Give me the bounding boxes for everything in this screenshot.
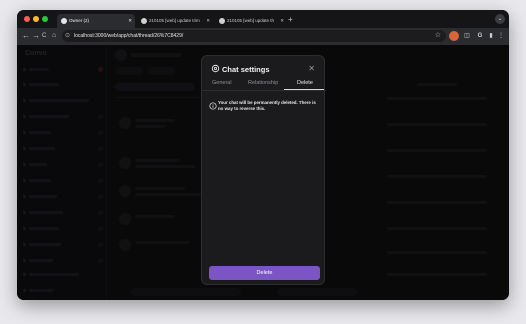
- url-text: localhost:3000/web/app/chat/thread/26%7C…: [74, 33, 184, 39]
- tab-delete[interactable]: Delete: [297, 80, 313, 86]
- reload-button[interactable]: C: [42, 30, 46, 42]
- tab-favicon-icon: [61, 17, 67, 24]
- sidepanel-icon[interactable]: ▮: [486, 31, 496, 41]
- close-tab-icon[interactable]: ✕: [128, 14, 132, 28]
- back-button[interactable]: ←: [22, 30, 30, 42]
- address-bar[interactable]: ⊙ localhost:3000/web/app/chat/thread/26%…: [62, 30, 446, 42]
- browser-tab-2[interactable]: 210105 [web] update trim ✕: [137, 14, 213, 28]
- extension-icon[interactable]: [449, 31, 459, 41]
- tab-favicon-icon: [141, 17, 147, 24]
- browser-tab-3[interactable]: 210105 [web] update th ✕: [215, 14, 287, 28]
- maximize-window-button[interactable]: [42, 16, 48, 22]
- info-icon: [209, 102, 217, 110]
- tab-title: 210105 [web] update th: [227, 18, 275, 23]
- close-tab-icon[interactable]: ✕: [280, 14, 284, 28]
- tab-general[interactable]: General: [212, 80, 232, 86]
- bookmark-star-icon[interactable]: ☆: [435, 30, 441, 42]
- tab-favicon-icon: [219, 17, 225, 24]
- browser-tab-1[interactable]: Owner (2) ✕: [57, 14, 135, 28]
- extensions-puzzle-icon[interactable]: ◫: [462, 31, 472, 41]
- active-tab-indicator: [284, 89, 324, 90]
- modal-title: Chat settings: [222, 65, 270, 74]
- minimize-window-button[interactable]: [33, 16, 39, 22]
- home-button[interactable]: ⌂: [52, 30, 56, 42]
- new-tab-button[interactable]: +: [288, 14, 293, 26]
- chat-settings-modal: Chat settings ✕ General Relationship Del…: [201, 55, 326, 285]
- tab-relationship[interactable]: Relationship: [248, 80, 278, 86]
- tab-search-button[interactable]: ⌄: [495, 14, 505, 24]
- close-window-button[interactable]: [24, 16, 30, 22]
- site-info-icon[interactable]: ⊙: [65, 30, 70, 42]
- tab-strip: Owner (2) ✕ 210105 [web] update trim ✕ 2…: [17, 10, 509, 28]
- more-menu-icon[interactable]: ⋮: [497, 31, 505, 41]
- google-account-icon[interactable]: G: [475, 31, 485, 41]
- modal-tabs: General Relationship Delete: [202, 79, 326, 91]
- delete-chat-button[interactable]: Delete: [209, 266, 320, 280]
- tab-title: 210105 [web] update trim: [149, 18, 200, 23]
- settings-gear-icon: [211, 64, 220, 73]
- close-icon[interactable]: ✕: [308, 64, 315, 73]
- close-tab-icon[interactable]: ✕: [206, 14, 210, 28]
- forward-button[interactable]: →: [32, 30, 40, 42]
- browser-window: Owner (2) ✕ 210105 [web] update trim ✕ 2…: [17, 10, 509, 300]
- tab-title: Owner (2): [69, 18, 90, 23]
- delete-warning-text: Your chat will be permanently deleted. T…: [218, 100, 316, 111]
- browser-toolbar: ← → C ⌂ ⊙ localhost:3000/web/app/chat/th…: [17, 28, 509, 45]
